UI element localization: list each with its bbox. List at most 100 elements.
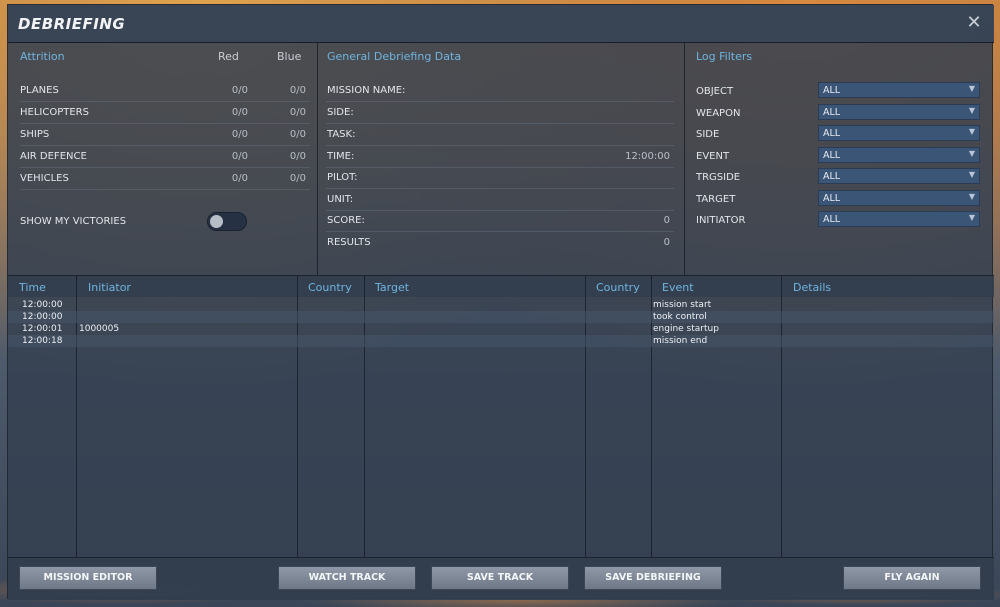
filter-weapon-select[interactable]: ALL ▼: [818, 104, 980, 120]
general-row-mission-name: MISSION NAME:: [326, 80, 674, 102]
filter-label: EVENT: [696, 151, 730, 162]
filter-target-select[interactable]: ALL ▼: [818, 190, 980, 206]
close-icon: ✕: [966, 12, 982, 33]
dropdown-arrow-icon: ▼: [968, 106, 975, 115]
attrition-blue-value: 0/0: [289, 107, 306, 118]
log-col-event[interactable]: Event: [662, 281, 694, 294]
title-bar: DEBRIEFING ✕: [8, 5, 994, 43]
general-label: TASK:: [327, 129, 356, 140]
log-col-country[interactable]: Country: [308, 281, 352, 294]
filter-label: TARGET: [696, 194, 736, 205]
general-value: 0: [663, 237, 670, 248]
attrition-red-value: 0/0: [231, 129, 248, 140]
attrition-label: PLANES: [20, 85, 59, 96]
filter-event-select[interactable]: ALL ▼: [818, 147, 980, 163]
window-title: DEBRIEFING: [18, 15, 126, 33]
log-time: 12:00:18: [22, 336, 63, 346]
general-row-time: TIME: 12:00:00: [326, 146, 674, 168]
general-row-results: RESULTS 0: [326, 232, 674, 254]
log-table-header: Time Initiator Country Target Country Ev…: [8, 275, 994, 297]
general-heading: General Debriefing Data: [327, 50, 462, 63]
log-row[interactable]: 12:00:01 1000005 engine startup: [8, 323, 994, 335]
general-value: 12:00:00: [625, 151, 670, 162]
dropdown-arrow-icon: ▼: [968, 149, 975, 158]
filter-label: OBJECT: [696, 86, 734, 97]
show-victories-label: SHOW MY VICTORIES: [20, 216, 127, 227]
log-event: mission end: [653, 336, 708, 346]
attrition-label: SHIPS: [20, 129, 50, 140]
filter-side-select[interactable]: ALL ▼: [818, 125, 980, 141]
filter-label: TRGSIDE: [696, 172, 741, 183]
filter-initiator-select[interactable]: ALL ▼: [818, 211, 980, 227]
general-label: SCORE:: [327, 215, 365, 226]
fly-again-button[interactable]: FLY AGAIN: [843, 566, 981, 590]
save-track-button[interactable]: SAVE TRACK: [431, 566, 569, 590]
attrition-col-red: Red: [218, 50, 239, 63]
attrition-row-vehicles: VEHICLES 0/0 0/0: [20, 168, 310, 190]
general-value: 0: [663, 215, 670, 226]
filter-value: ALL: [823, 171, 841, 182]
dropdown-arrow-icon: ▼: [968, 213, 975, 222]
general-row-pilot: PILOT:: [326, 167, 674, 189]
watch-track-button[interactable]: WATCH TRACK: [278, 566, 416, 590]
filter-value: ALL: [823, 193, 841, 204]
attrition-heading: Attrition: [20, 50, 65, 63]
close-button[interactable]: ✕: [964, 13, 984, 33]
general-row-task: TASK:: [326, 124, 674, 146]
filter-value: ALL: [823, 128, 841, 139]
filter-label: SIDE: [696, 129, 720, 140]
attrition-label: AIR DEFENCE: [20, 151, 87, 162]
filter-row-object: OBJECT ALL ▼: [696, 82, 986, 100]
general-label: MISSION NAME:: [327, 85, 406, 96]
log-row[interactable]: 12:00:00 took control: [8, 311, 994, 323]
dropdown-arrow-icon: ▼: [968, 170, 975, 179]
filter-trgside-select[interactable]: ALL ▼: [818, 168, 980, 184]
dropdown-arrow-icon: ▼: [968, 127, 975, 136]
log-row[interactable]: 12:00:18 mission end: [8, 335, 994, 347]
filter-value: ALL: [823, 85, 841, 96]
general-row-side: SIDE:: [326, 102, 674, 124]
debriefing-window: DEBRIEFING ✕ Attrition Red Blue PLANES 0…: [7, 4, 994, 600]
attrition-label: HELICOPTERS: [20, 107, 89, 118]
filter-object-select[interactable]: ALL ▼: [818, 82, 980, 98]
show-victories-toggle[interactable]: [207, 212, 247, 231]
attrition-label: VEHICLES: [20, 173, 69, 184]
log-col-time[interactable]: Time: [19, 281, 46, 294]
filter-row-target: TARGET ALL ▼: [696, 190, 986, 208]
mission-editor-button[interactable]: MISSION EDITOR: [19, 566, 157, 590]
filter-row-trgside: TRGSIDE ALL ▼: [696, 168, 986, 186]
attrition-row-ships: SHIPS 0/0 0/0: [20, 124, 310, 146]
log-col-target-country[interactable]: Country: [596, 281, 640, 294]
general-row-score: SCORE: 0: [326, 210, 674, 232]
footer-bar: MISSION EDITOR WATCH TRACK SAVE TRACK SA…: [8, 557, 994, 600]
panel-divider: [684, 43, 685, 275]
log-col-initiator[interactable]: Initiator: [88, 281, 131, 294]
dropdown-arrow-icon: ▼: [968, 192, 975, 201]
attrition-blue-value: 0/0: [289, 173, 306, 184]
log-event: engine startup: [653, 324, 719, 334]
attrition-red-value: 0/0: [231, 173, 248, 184]
attrition-row-planes: PLANES 0/0 0/0: [20, 80, 310, 102]
general-label: UNIT:: [327, 194, 354, 205]
attrition-blue-value: 0/0: [289, 151, 306, 162]
log-event: took control: [653, 312, 707, 322]
filters-heading: Log Filters: [696, 50, 753, 63]
log-row[interactable]: 12:00:00 mission start: [8, 299, 994, 311]
general-label: PILOT:: [327, 172, 358, 183]
filter-row-event: EVENT ALL ▼: [696, 147, 986, 165]
filter-row-weapon: WEAPON ALL ▼: [696, 104, 986, 122]
general-label: TIME:: [327, 151, 355, 162]
log-col-details[interactable]: Details: [793, 281, 831, 294]
log-col-target[interactable]: Target: [375, 281, 409, 294]
general-row-unit: UNIT:: [326, 189, 674, 211]
filter-value: ALL: [823, 150, 841, 161]
log-initiator: 1000005: [79, 324, 120, 334]
general-label: SIDE:: [327, 107, 354, 118]
panel-divider: [317, 43, 318, 275]
save-debriefing-button[interactable]: SAVE DEBRIEFING: [584, 566, 722, 590]
attrition-blue-value: 0/0: [289, 85, 306, 96]
attrition-red-value: 0/0: [231, 85, 248, 96]
log-event: mission start: [653, 300, 712, 310]
dropdown-arrow-icon: ▼: [968, 84, 975, 93]
toggle-knob: [210, 215, 223, 228]
